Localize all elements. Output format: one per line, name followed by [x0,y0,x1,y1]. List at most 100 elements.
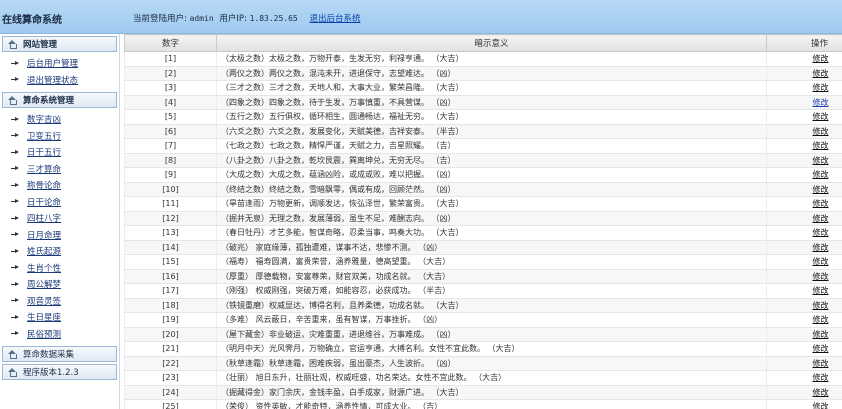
row-meaning: （屋下藏金）非业破运，灾难重重，进退维谷，万事难成。 （凶） [216,327,767,342]
edit-link[interactable]: 修改 [766,153,842,168]
edit-link[interactable]: 修改 [766,66,842,81]
table-row: [8] （八卦之数）八卦之数，乾坎艮震，巽离坤兑，无穷无尽。 （吉） 修改 [124,153,842,168]
row-meaning: （大成之数）大成之数，蕴涵凶险，或成或败，难以把握。 （凶） [216,167,767,183]
row-number: [24] [124,385,217,400]
arrow-right-icon [11,76,20,83]
sidebar-item[interactable]: 民俗预测 [0,326,119,343]
arrow-right-icon [11,297,20,304]
edit-link[interactable]: 修改 [766,327,842,342]
number-meaning-table: 数字 暗示意义 操作 [1] （太极之数）太极之数，万物开泰，生发无穷，利禄亨通。… [124,34,842,409]
row-number: [17] [124,283,217,299]
sidebar-group-2[interactable]: 算命数据采集 [2,346,117,362]
edit-link[interactable]: 修改 [766,385,842,400]
arrow-right-icon [11,330,20,337]
ip-label: 用户IP: [219,14,247,24]
edit-link[interactable]: 修改 [766,95,842,110]
row-number: [9] [124,167,217,183]
sidebar-item[interactable]: 周公解梦 [0,276,119,293]
sidebar-item[interactable]: 称骨论命 [0,177,119,194]
table-row: [1] （太极之数）太极之数，万物开泰，生发无穷，利禄亨通。 （大吉） 修改 [124,51,842,67]
edit-link[interactable]: 修改 [766,254,842,270]
edit-link[interactable]: 修改 [766,370,842,386]
sidebar-item[interactable]: 四柱八字 [0,210,119,227]
edit-link[interactable]: 修改 [766,399,842,409]
sidebar-group-title: 程序版本1.2.3 [23,368,79,378]
row-meaning: （三才之数）三才之数，天地人和，大事大业，繁荣昌隆。 （大吉） [216,80,767,96]
sidebar-group-1[interactable]: 算命系统管理 [2,92,117,108]
sidebar-item[interactable]: 日干五行 [0,144,119,161]
edit-link[interactable]: 修改 [766,298,842,313]
row-number: [10] [124,182,217,197]
row-number: [21] [124,341,217,357]
edit-link[interactable]: 修改 [766,182,842,197]
row-number: [8] [124,153,217,168]
top-header: 在线算命系统 当前登陆用户: admin 用户IP: 1.83.25.65 退出… [0,0,842,34]
sidebar-item[interactable]: 观音灵签 [0,293,119,310]
table-row: [18] （铁镜重磨）权威显达，博得名利，且养柔德，功成名就。 （大吉） 修改 [124,298,842,313]
table-row: [9] （大成之数）大成之数，蕴涵凶险，或成或败，难以把握。 （凶） 修改 [124,167,842,183]
sidebar-item[interactable]: 退出管理状态 [0,72,119,89]
row-meaning: （荣俊） 资性英敏，才能奇特，涵养性情，可成大业。 （吉） [216,399,767,409]
edit-link[interactable]: 修改 [766,196,842,212]
user-ip: 1.83.25.65 [249,14,298,23]
edit-link[interactable]: 修改 [766,51,842,67]
edit-link[interactable]: 修改 [766,356,842,371]
edit-link[interactable]: 修改 [766,138,842,154]
col-header-meaning: 暗示意义 [216,34,767,52]
edit-link[interactable]: 修改 [766,167,842,183]
edit-link[interactable]: 修改 [766,240,842,255]
arrow-right-icon [11,314,20,321]
table-row: [5] （五行之数）五行俱权，循环相生，圆通畅达，福祉无穷。 （大吉） 修改 [124,109,842,125]
table-row: [17] （刚强） 权威刚强，突破万难，如能容忍，必获成功。 （半吉） 修改 [124,283,842,299]
sidebar-item[interactable]: 日干论命 [0,194,119,211]
sidebar-item-label: 生肖个性 [27,263,62,274]
row-meaning: （福寿） 福寿圆满，富贵荣誉，涵养雅量，德高望重。 （大吉） [216,254,767,270]
row-number: [4] [124,95,217,110]
sidebar-group-items: 数字吉凶卫变五行 日干五行 三才算命 称骨论命 日干论命四柱八字日月命理 姓氏起源生肖个性… [0,108,119,344]
row-meaning: （掘井无泉）无理之数，发展薄弱，虽生不足，难酬志向。 （凶） [216,211,767,226]
logout-link[interactable]: 退出后台系统 [309,14,360,24]
edit-link[interactable]: 修改 [766,211,842,226]
row-number: [12] [124,211,217,226]
sidebar: 网站管理 后台用户管理 退出管理状态 算命系统管理 数字吉凶 卫变五行 日干五行 三才算命 称骨… [0,34,120,409]
sidebar-group-title: 网站管理 [23,40,58,50]
row-number: [13] [124,225,217,241]
sidebar-item[interactable]: 姓氏起源 [0,243,119,260]
row-number: [3] [124,80,217,96]
main-content: 数字 暗示意义 操作 [1] （太极之数）太极之数，万物开泰，生发无穷，利禄亨通。… [124,34,842,409]
edit-link[interactable]: 修改 [766,269,842,284]
edit-link[interactable]: 修改 [766,283,842,299]
sidebar-item[interactable]: 三才算命 [0,161,119,178]
sidebar-item[interactable]: 数字吉凶 [0,111,119,128]
row-number: [5] [124,109,217,125]
row-meaning: （终结之数）终结之数，雪暗飘零，偶或有成，回顾茫然。 （凶） [216,182,767,197]
row-number: [1] [124,51,217,67]
edit-link[interactable]: 修改 [766,80,842,96]
row-meaning: （多难） 风云蔽日，辛苦重来，虽有智谋，万事挫折。 （凶） [216,312,767,328]
sidebar-group-items: 后台用户管理 退出管理状态 [0,52,119,90]
home-icon [8,40,17,49]
sidebar-item[interactable]: 生肖个性 [0,260,119,277]
arrow-right-icon [11,60,20,67]
sidebar-item[interactable]: 生日星座 [0,309,119,326]
edit-link[interactable]: 修改 [766,341,842,357]
arrow-right-icon [11,231,20,238]
sidebar-item-label: 数字吉凶 [27,115,62,126]
sidebar-item[interactable]: 后台用户管理 [0,55,119,72]
sidebar-item[interactable]: 日月命理 [0,227,119,244]
sidebar-item-label: 四柱八字 [27,214,62,225]
row-meaning: （太极之数）太极之数，万物开泰，生发无穷，利禄亨通。 （大吉） [216,51,767,67]
row-number: [16] [124,269,217,284]
sidebar-group-0[interactable]: 网站管理 [2,36,117,52]
table-header-row: 数字 暗示意义 操作 [124,34,842,52]
table-row: [10] （终结之数）终结之数，雪暗飘零，偶或有成，回顾茫然。 （凶） 修改 [124,182,842,197]
edit-link[interactable]: 修改 [766,124,842,139]
edit-link[interactable]: 修改 [766,109,842,125]
edit-link[interactable]: 修改 [766,225,842,241]
table-row: [14] （破兆） 家庭缘薄，孤独遭难，谋事不达，悲惨不测。 （凶） 修改 [124,240,842,255]
edit-link[interactable]: 修改 [766,312,842,328]
sidebar-item[interactable]: 卫变五行 [0,128,119,145]
row-meaning: （两仪之数）两仪之数，混沌未开，进退保守，志望难达。 （凶） [216,66,767,81]
arrow-right-icon [11,281,20,288]
sidebar-group-3[interactable]: 程序版本1.2.3 [2,364,117,380]
